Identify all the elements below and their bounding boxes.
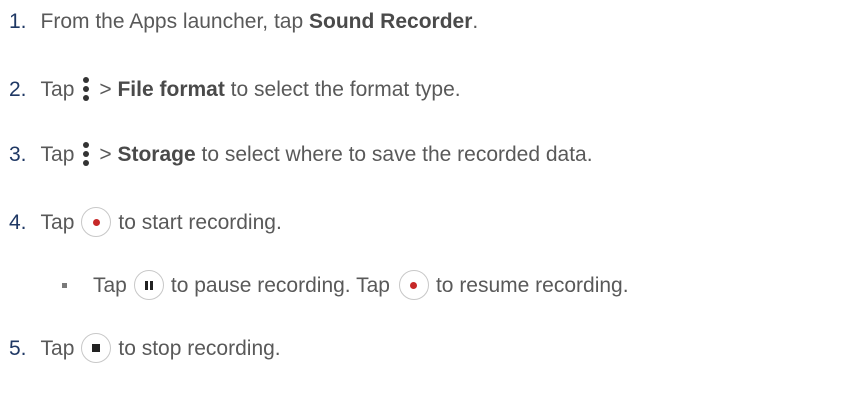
bullet-icon xyxy=(62,282,67,288)
step-text-end: to select where to save the recorded dat… xyxy=(195,142,593,166)
step-number: 2. xyxy=(9,77,27,101)
step-text-end: to start recording. xyxy=(118,210,282,234)
pause-icon xyxy=(133,270,164,300)
step-text: From the Apps launcher, tap xyxy=(40,10,310,33)
step-number: 3. xyxy=(9,142,27,166)
step-text-end: to select the format type. xyxy=(224,77,461,101)
step-4: 4. Tap to start recording. xyxy=(9,207,282,237)
step-text: Tap xyxy=(40,77,75,101)
sub-step-text-mid: to pause recording. Tap xyxy=(170,273,390,297)
record-icon xyxy=(81,207,112,237)
menu-option-file-format: File format xyxy=(117,77,225,101)
step-1: 1. From the Apps launcher, tap Sound Rec… xyxy=(9,11,478,32)
stop-icon xyxy=(81,333,112,363)
step-2: 2. Tap > File format to select the forma… xyxy=(9,77,461,101)
sub-step-text-end: to resume recording. xyxy=(435,273,629,297)
step-separator: > xyxy=(99,142,118,166)
menu-option-storage: Storage xyxy=(117,142,196,166)
step-text: Tap xyxy=(40,336,75,360)
app-name: Sound Recorder xyxy=(309,10,473,33)
record-icon xyxy=(398,270,429,300)
step-number: 5. xyxy=(9,336,27,360)
step-number: 4. xyxy=(9,210,27,234)
sub-step: Tap to pause recording. Tap to resume re… xyxy=(62,270,629,300)
step-separator: > xyxy=(99,77,118,101)
step-text-end: to stop recording. xyxy=(118,336,281,360)
more-options-icon xyxy=(82,142,90,166)
step-text: Tap xyxy=(40,210,75,234)
step-text: Tap xyxy=(40,142,75,166)
step-text-end: . xyxy=(472,10,479,33)
more-options-icon xyxy=(82,77,90,101)
step-number: 1. xyxy=(9,10,27,33)
instruction-steps: 1. From the Apps launcher, tap Sound Rec… xyxy=(0,0,863,416)
step-5: 5. Tap to stop recording. xyxy=(9,333,281,363)
step-3: 3. Tap > Storage to select where to save… xyxy=(9,142,593,166)
sub-step-text: Tap xyxy=(93,273,127,297)
